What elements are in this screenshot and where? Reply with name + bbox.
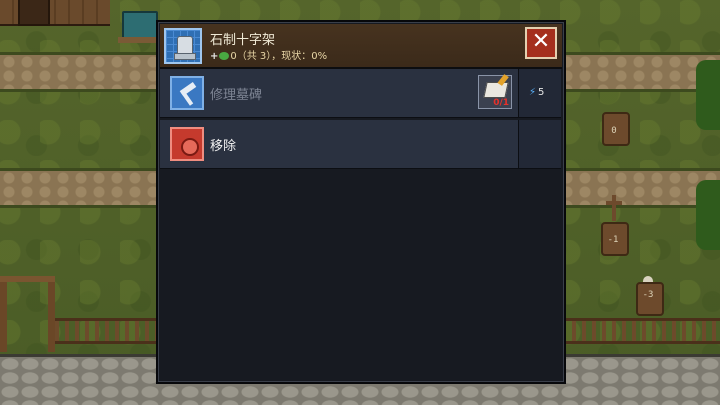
hammer-icon	[170, 76, 204, 110]
quality-text: 0（共 3），现状：0%	[230, 51, 328, 62]
object-title: 石制十字架	[210, 33, 276, 48]
fence-left	[55, 318, 157, 344]
panel-header: 石制十字架 +0（共 3），现状：0% ✕	[160, 24, 562, 69]
grave-quality-label: -1	[607, 235, 619, 245]
building-door	[18, 0, 50, 26]
building-wall	[0, 0, 110, 26]
quality-leaf-icon	[219, 52, 230, 60]
action-label: 修理墓碑	[210, 88, 263, 103]
signpost	[118, 11, 158, 43]
remove-icon	[170, 127, 204, 161]
close-button[interactable]: ✕	[525, 27, 557, 59]
required-item-slot: 0/1	[478, 75, 512, 109]
grave-quality-label: 0	[611, 126, 617, 136]
required-item-count: 0/1	[493, 98, 509, 108]
grave-quality-label: -3	[642, 290, 654, 300]
action-label: 移除	[210, 139, 237, 154]
energy-value: 5	[538, 87, 545, 98]
action-remove[interactable]: 移除	[160, 120, 518, 169]
energy-cost-empty	[518, 120, 561, 169]
bush	[696, 60, 720, 130]
energy-cost: ⚡ 5	[518, 69, 561, 118]
energy-icon: ⚡	[529, 87, 537, 98]
wooden-gate	[0, 276, 55, 352]
bush	[696, 180, 720, 250]
close-icon: ✕	[531, 29, 551, 54]
quality-plus: +	[210, 51, 219, 62]
object-quality: +0（共 3），现状：0%	[210, 47, 327, 62]
fence-right	[562, 318, 720, 344]
grave-cross[interactable]	[606, 195, 622, 221]
stone-slab-item-icon	[483, 82, 509, 98]
action-repair-gravestone[interactable]: 修理墓碑 0/1	[160, 69, 518, 118]
stone-cross-icon	[164, 28, 202, 64]
object-action-panel: 石制十字架 +0（共 3），现状：0% ✕ 修理墓碑 0/1 ⚡ 5 移除	[156, 20, 566, 384]
